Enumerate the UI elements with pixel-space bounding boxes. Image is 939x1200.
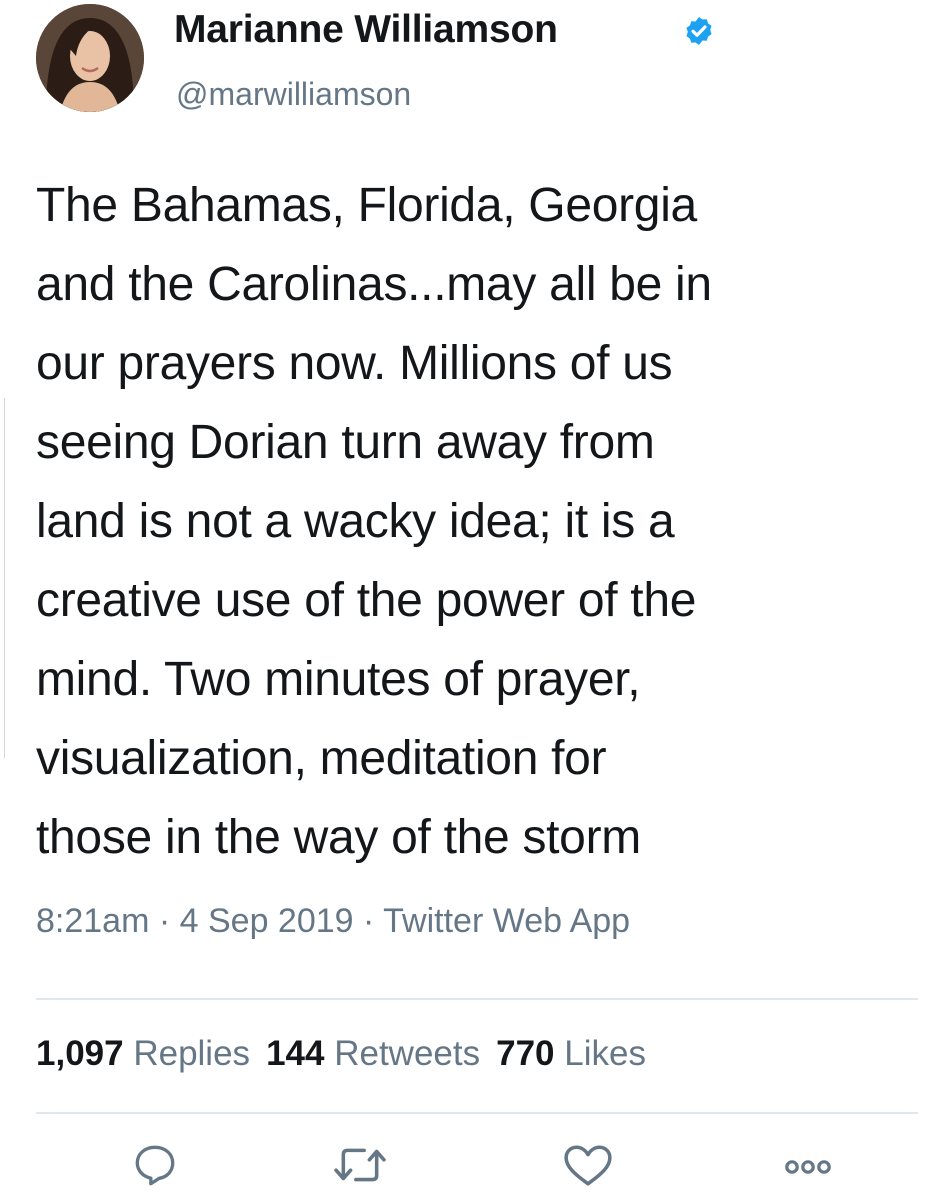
tweet-text-line: The Bahamas, Florida, Georgia — [36, 179, 697, 232]
tweet-text-line: mind. Two minutes of prayer, — [36, 653, 641, 706]
reply-button[interactable] — [130, 1140, 180, 1190]
more-icon — [785, 1160, 831, 1174]
replies-stat[interactable]: 1,097 Replies — [36, 1034, 250, 1073]
retweets-label: Retweets — [334, 1034, 481, 1073]
left-edge-scroll-indicator — [0, 398, 5, 758]
tweet-detail: Marianne Williamson @marwilliamson The B… — [0, 0, 939, 1200]
author-handle[interactable]: @marwilliamson — [176, 76, 411, 113]
divider — [36, 998, 918, 1000]
display-name[interactable]: Marianne Williamson — [174, 8, 558, 52]
likes-count: 770 — [496, 1034, 555, 1073]
retweets-count: 144 — [266, 1034, 325, 1073]
replies-count: 1,097 — [36, 1034, 124, 1073]
tweet-text-line: and the Carolinas...may all be in — [36, 258, 712, 311]
retweet-icon — [334, 1148, 386, 1182]
tweet-timestamp[interactable]: 8:21am · 4 Sep 2019 · Twitter Web App — [36, 902, 630, 941]
tweet-text: The Bahamas, Florida, Georgia and the Ca… — [36, 166, 926, 877]
tweet-text-line: creative use of the power of the — [36, 574, 697, 627]
likes-label: Likes — [564, 1034, 646, 1073]
retweet-button[interactable] — [330, 1140, 390, 1190]
more-button[interactable] — [780, 1140, 836, 1190]
replies-label: Replies — [133, 1034, 251, 1073]
like-icon — [564, 1145, 612, 1186]
like-button[interactable] — [560, 1140, 616, 1190]
divider — [36, 1112, 918, 1114]
avatar-portrait-icon — [36, 4, 144, 112]
reply-icon — [135, 1145, 175, 1186]
verified-badge-icon — [686, 17, 712, 45]
tweet-text-line: seeing Dorian turn away from — [36, 416, 655, 469]
avatar[interactable] — [36, 4, 144, 112]
tweet-text-line: our prayers now. Millions of us — [36, 337, 673, 390]
retweets-stat[interactable]: 144 Retweets — [266, 1034, 480, 1073]
tweet-text-line: visualization, meditation for — [36, 732, 607, 785]
engagement-stats: 1,097 Replies 144 Retweets 770 Likes — [36, 1034, 646, 1074]
tweet-text-line: land is not a wacky idea; it is a — [36, 495, 675, 548]
likes-stat[interactable]: 770 Likes — [496, 1034, 646, 1073]
tweet-text-line: those in the way of the storm — [36, 811, 641, 864]
